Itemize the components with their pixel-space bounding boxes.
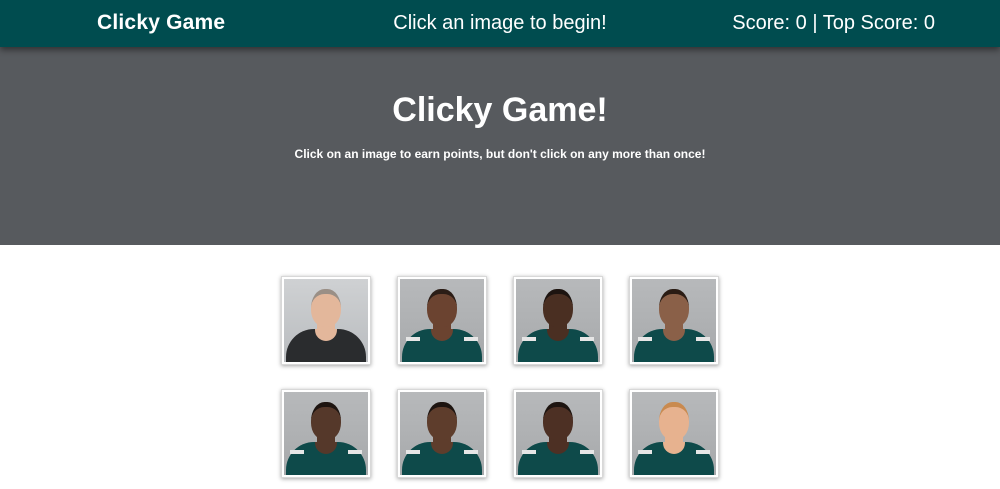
image-card[interactable] — [629, 276, 719, 365]
navbar: Clicky Game Click an image to begin! Sco… — [0, 0, 1000, 47]
sleeve-stripe — [580, 337, 594, 341]
sleeve-stripe — [638, 337, 652, 341]
page-title: Clicky Game! — [392, 91, 608, 129]
head — [311, 289, 341, 327]
sleeve-stripe — [290, 450, 304, 454]
sleeve-stripe — [464, 450, 478, 454]
score-display: Score: 0 | Top Score: 0 — [732, 12, 935, 34]
image-card[interactable] — [397, 389, 487, 478]
sleeve-stripe — [406, 450, 420, 454]
image-card[interactable] — [513, 389, 603, 478]
player-portrait — [400, 392, 484, 475]
page-subtitle: Click on an image to earn points, but do… — [294, 147, 706, 161]
sleeve-stripe — [522, 337, 536, 341]
jumbotron: Clicky Game! Click on an image to earn p… — [0, 47, 1000, 245]
player-portrait — [284, 392, 368, 475]
image-card[interactable] — [629, 389, 719, 478]
sleeve-stripe — [522, 450, 536, 454]
player-portrait — [400, 279, 484, 362]
head — [427, 402, 457, 440]
head — [543, 402, 573, 440]
player-portrait — [516, 279, 600, 362]
image-grid — [0, 245, 1000, 489]
player-portrait — [632, 279, 716, 362]
head — [543, 289, 573, 327]
image-card[interactable] — [397, 276, 487, 365]
image-card[interactable] — [281, 389, 371, 478]
sleeve-stripe — [696, 337, 710, 341]
head — [311, 402, 341, 440]
sleeve-stripe — [406, 337, 420, 341]
player-portrait — [632, 392, 716, 475]
sleeve-stripe — [348, 450, 362, 454]
sleeve-stripe — [580, 450, 594, 454]
head — [659, 289, 689, 327]
sleeve-stripe — [638, 450, 652, 454]
sleeve-stripe — [696, 450, 710, 454]
sleeve-stripe — [464, 337, 478, 341]
head — [427, 289, 457, 327]
image-card[interactable] — [513, 276, 603, 365]
player-portrait — [516, 392, 600, 475]
image-card[interactable] — [281, 276, 371, 365]
coach-portrait — [284, 279, 368, 362]
head — [659, 402, 689, 440]
